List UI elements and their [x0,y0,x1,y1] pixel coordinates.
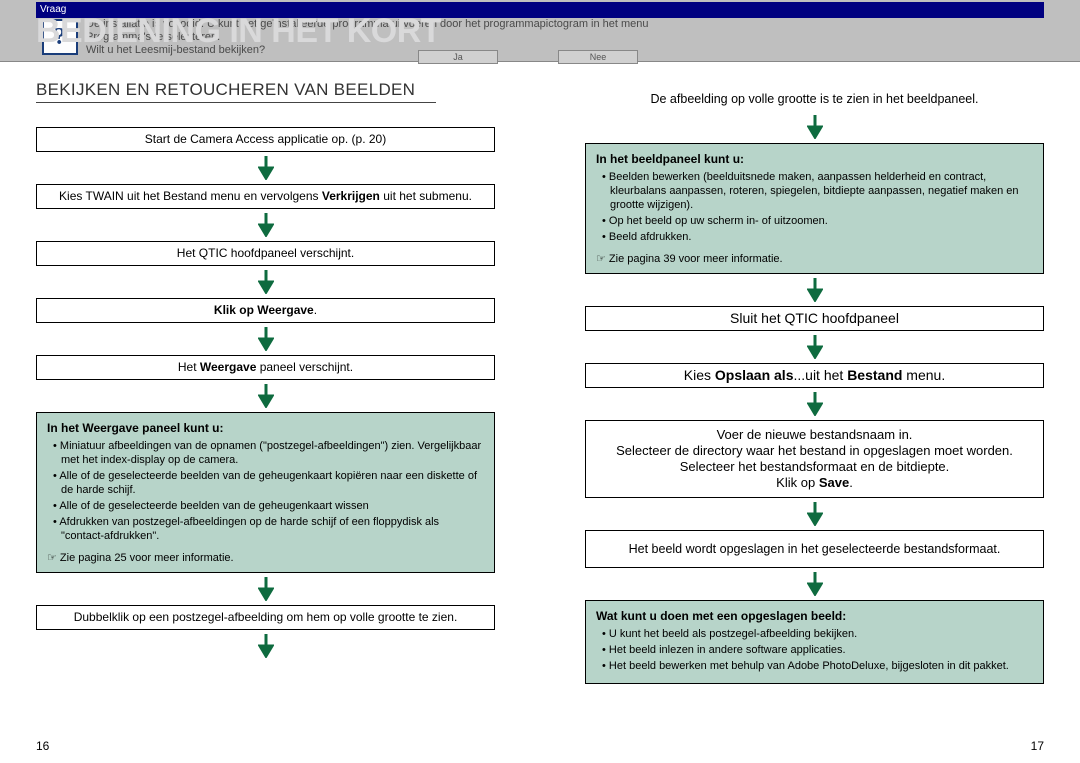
no-button: Nee [558,50,638,64]
step-box: Het beeld wordt opgeslagen in het gesele… [585,530,1044,568]
right-column: De afbeelding op volle grootte is te zie… [585,62,1044,684]
section-heading: BEKIJKEN EN RETOUCHEREN VAN BEELDEN [36,80,436,103]
down-arrow-icon [807,572,823,596]
info-panel-list: Miniatuur afbeeldingen van de opnamen ("… [47,439,484,543]
down-arrow-icon [807,502,823,526]
down-arrow-icon [258,213,274,237]
down-arrow-icon [258,156,274,180]
step-box: Sluit het QTIC hoofdpaneel [585,306,1044,331]
info-panel-footnote: ☞ Zie pagina 39 voor meer informatie. [596,252,1033,265]
info-panel-title: In het beeldpaneel kunt u: [596,152,1033,166]
step-box: Klik op Weergave. [36,298,495,323]
intro-text: De afbeelding op volle grootte is te zie… [585,92,1044,107]
yes-button: Ja [418,50,498,64]
step-box: Het Weergave paneel verschijnt. [36,355,495,380]
step-box: Kies Opslaan als...uit het Bestand menu. [585,363,1044,388]
info-panel: Wat kunt u doen met een opgeslagen beeld… [585,600,1044,684]
down-arrow-icon [807,278,823,302]
down-arrow-icon [258,327,274,351]
info-panel-title: In het Weergave paneel kunt u: [47,421,484,435]
page-number-left: 16 [36,739,49,753]
left-column: BEKIJKEN EN RETOUCHEREN VAN BEELDEN Star… [36,62,495,684]
down-arrow-icon [258,634,274,658]
info-panel-title: Wat kunt u doen met een opgeslagen beeld… [596,609,1033,623]
chapter-title: BEDIENING IN HET KORT [36,12,441,51]
down-arrow-icon [807,392,823,416]
down-arrow-icon [807,115,823,139]
step-box: Dubbelklik op een postzegel-afbeelding o… [36,605,495,630]
info-panel: In het Weergave paneel kunt u: Miniatuur… [36,412,495,573]
down-arrow-icon [258,384,274,408]
down-arrow-icon [807,335,823,359]
info-panel-list: Beelden bewerken (beelduitsnede maken, a… [596,170,1033,244]
page-number-right: 17 [1031,739,1044,753]
step-box: Voer de nieuwe bestandsnaam in. Selectee… [585,420,1044,498]
down-arrow-icon [258,270,274,294]
info-panel-list: U kunt het beeld als postzegel-afbeeldin… [596,627,1033,673]
info-panel-footnote: ☞ Zie pagina 25 voor meer informatie. [47,551,484,564]
down-arrow-icon [258,577,274,601]
step-box: Kies TWAIN uit het Bestand menu en vervo… [36,184,495,209]
step-box: Start de Camera Access applicatie op. (p… [36,127,495,152]
info-panel: In het beeldpaneel kunt u: Beelden bewer… [585,143,1044,274]
step-box: Het QTIC hoofdpaneel verschijnt. [36,241,495,266]
